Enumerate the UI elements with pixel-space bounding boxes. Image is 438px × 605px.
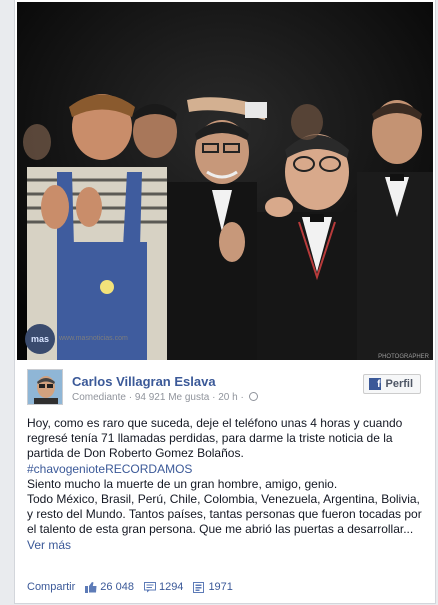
post-footer: Compartir 26 048 1294 1971 <box>27 581 233 593</box>
share-link[interactable]: Compartir <box>27 581 75 593</box>
avatar[interactable] <box>27 369 63 405</box>
author-name[interactable]: Carlos Villagran Eslava <box>72 374 216 389</box>
comments-count[interactable]: 1294 <box>143 581 184 593</box>
likes-number: 26 048 <box>100 581 134 593</box>
hashtag-link[interactable]: #chavogenioteRECORDAMOS <box>27 462 192 476</box>
photo-credit: PHOTOGRAPHER <box>378 354 429 360</box>
mas-logo: mas <box>25 324 55 354</box>
author-category: Comediante <box>72 392 126 403</box>
page-likes[interactable]: 94 921 Me gusta <box>135 392 210 403</box>
facebook-icon: f <box>369 378 382 390</box>
comment-icon <box>143 581 156 592</box>
avatar-image <box>28 370 62 404</box>
post-paragraph: Todo México, Brasil, Perú, Chile, Colomb… <box>27 492 422 537</box>
meta-separator: · <box>240 392 244 403</box>
share-icon <box>193 581 205 593</box>
post-photo[interactable]: mas www.masnoticias.com PHOTOGRAPHER <box>17 2 433 360</box>
post-paragraph: Hoy, como es raro que suceda, deje el te… <box>27 416 403 461</box>
shares-count[interactable]: 1971 <box>193 581 233 593</box>
post-time[interactable]: 20 h <box>218 392 237 403</box>
post-text: Hoy, como es raro que suceda, deje el te… <box>27 416 427 553</box>
likes-count[interactable]: 26 048 <box>85 581 134 593</box>
profile-button-label: Perfil <box>385 378 413 390</box>
post-meta: Comediante · 94 921 Me gusta · 20 h · <box>72 392 258 403</box>
post-header: Carlos Villagran Eslava Comediante · 94 … <box>27 369 427 407</box>
see-more-link[interactable]: Ver más <box>27 538 71 552</box>
photo-watermark: www.masnoticias.com <box>59 335 128 342</box>
meta-separator: · <box>212 392 216 403</box>
globe-icon <box>248 392 258 401</box>
photo-image <box>17 2 433 360</box>
profile-button[interactable]: f Perfil <box>363 374 421 394</box>
comments-number: 1294 <box>158 581 184 593</box>
post-paragraph: Siento mucho la muerte de un gran hombre… <box>27 476 338 491</box>
post-card: mas www.masnoticias.com PHOTOGRAPHER Car… <box>14 0 436 604</box>
meta-separator: · <box>128 392 133 403</box>
thumbs-up-icon <box>85 581 97 593</box>
shares-number: 1971 <box>208 581 233 593</box>
